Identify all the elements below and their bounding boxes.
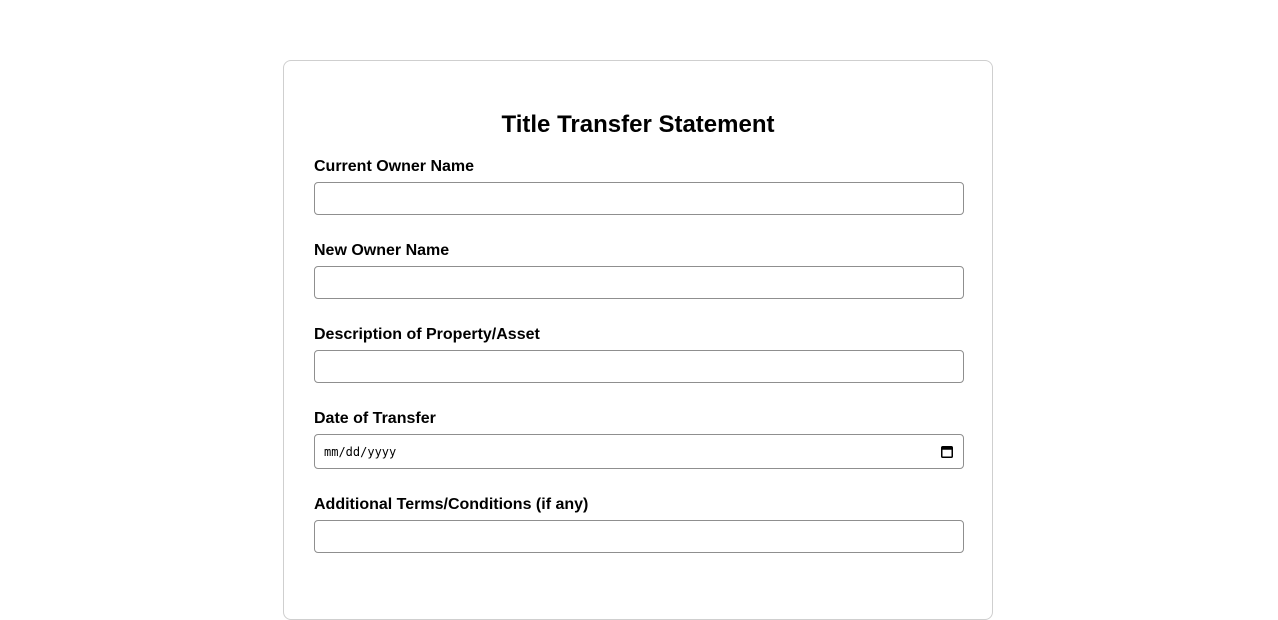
current-owner-input[interactable]: [314, 182, 964, 215]
new-owner-label: New Owner Name: [314, 242, 450, 259]
transfer-date-label: Date of Transfer: [314, 410, 436, 427]
property-description-input[interactable]: [314, 350, 964, 383]
calendar-icon[interactable]: [941, 445, 953, 458]
property-description-label: Description of Property/Asset: [314, 326, 540, 343]
additional-terms-input[interactable]: [314, 520, 964, 553]
date-placeholder: mm/dd/yyyy: [324, 445, 397, 459]
form-card: Title Transfer Statement Current Owner N…: [283, 60, 993, 620]
new-owner-input[interactable]: [314, 266, 964, 299]
current-owner-label: Current Owner Name: [314, 158, 475, 175]
additional-terms-label: Additional Terms/Conditions (if any): [314, 496, 589, 513]
transfer-date-input[interactable]: mm/dd/yyyy: [314, 434, 964, 469]
form-title: Title Transfer Statement: [501, 111, 775, 138]
